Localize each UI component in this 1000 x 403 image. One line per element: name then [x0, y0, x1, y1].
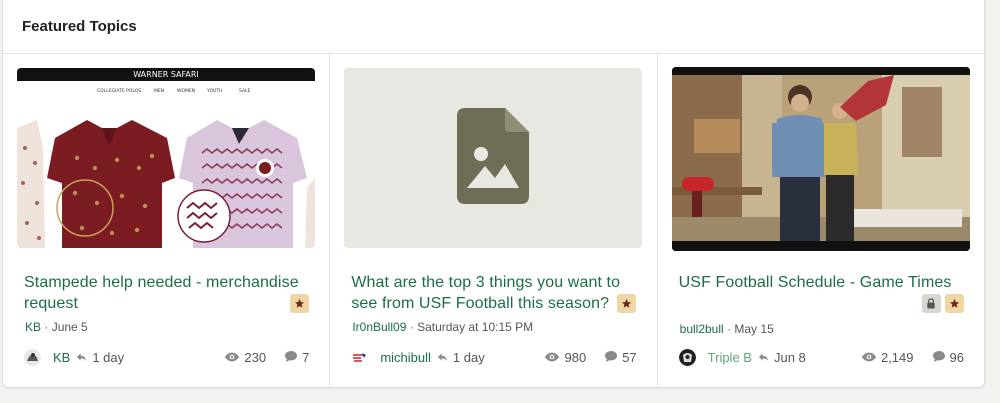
meta-separator: · [44, 320, 52, 334]
topic-card[interactable]: What are the top 3 things you want to se… [330, 54, 658, 387]
topic-footer: Triple B Jun 8 2,149 96 [678, 347, 964, 367]
topic-title-link[interactable]: What are the top 3 things you want to se… [351, 272, 636, 314]
views-value: 2,149 [880, 349, 914, 365]
topic-title-link[interactable]: Stampede help needed - merchandise reque… [24, 272, 309, 314]
topic-meta: KB · June 5 [25, 320, 88, 334]
topic-footer: KB 1 day 230 7 [24, 347, 309, 367]
reply-count: 57 [605, 349, 637, 365]
reply-count: 96 [932, 349, 964, 365]
eye-icon [225, 350, 240, 365]
last-reply-user[interactable]: KB [53, 350, 70, 365]
avatar[interactable] [678, 348, 696, 366]
eye-icon [861, 350, 876, 365]
featured-topics-panel: Featured Topics WARNER SAFARI COLLEGIATE… [2, 0, 985, 388]
replies-value: 7 [302, 349, 310, 365]
replies-value: 57 [622, 349, 637, 365]
topic-thumbnail[interactable] [671, 67, 970, 251]
topic-title-row: What are the top 3 things you want to se… [351, 272, 636, 314]
thumb-nav-4: SALE [239, 88, 251, 94]
topic-thumbnail[interactable]: WARNER SAFARI COLLEGIATE POLOS MEN WOMEN… [17, 68, 315, 248]
reply-icon [76, 352, 87, 362]
meta-user[interactable]: KB [25, 320, 41, 334]
topic-stats: 980 57 [545, 349, 637, 365]
topic-title-row: USF Football Schedule - Game Times [679, 272, 964, 293]
panel-header: Featured Topics [3, 0, 984, 54]
eye-icon [545, 350, 560, 365]
last-reply-time: 1 day [92, 349, 125, 365]
view-count: 230 [225, 350, 266, 365]
topic-thumbnail[interactable] [344, 68, 643, 248]
last-reply-time: 1 day [452, 349, 485, 365]
merchandise-image: WARNER SAFARI COLLEGIATE POLOS MEN WOMEN… [17, 68, 315, 248]
video-still-image [671, 67, 970, 251]
topic-meta: Ir0nBull09 · Saturday at 10:15 PM [352, 320, 533, 334]
lock-icon [921, 294, 941, 313]
thumb-nav-0: COLLEGIATE POLOS [97, 88, 141, 94]
comment-icon [932, 350, 945, 365]
thumb-nav-1: MEN [154, 88, 164, 94]
views-value: 230 [244, 349, 267, 365]
star-pin-icon [290, 294, 309, 313]
page-scrollbar[interactable] [988, 0, 1000, 403]
meta-user[interactable]: Ir0nBull09 [352, 320, 406, 334]
meta-time: June 5 [51, 320, 88, 334]
section-title: Featured Topics [22, 18, 137, 35]
topic-title-row: Stampede help needed - merchandise reque… [24, 272, 309, 314]
view-count: 980 [545, 350, 586, 365]
star-pin-icon [617, 294, 637, 313]
last-reply-time: Jun 8 [773, 349, 806, 365]
topic-card[interactable]: USF Football Schedule - Game Times bull2… [658, 54, 984, 387]
comment-icon [285, 350, 298, 365]
last-reply-user[interactable]: michibull [380, 350, 431, 365]
topic-badges [921, 294, 964, 313]
reply-count: 7 [285, 350, 309, 365]
meta-time: May 15 [734, 322, 774, 336]
thumb-header: WARNER SAFARI [133, 70, 199, 79]
reply-icon [437, 352, 448, 362]
meta-user[interactable]: bull2bull [680, 322, 724, 336]
last-reply-user[interactable]: Triple B [708, 350, 752, 365]
topic-meta: bull2bull · May 15 [680, 322, 774, 336]
topic-badges [290, 294, 309, 313]
views-value: 980 [564, 349, 587, 365]
reply-icon [758, 352, 769, 362]
comment-icon [605, 350, 618, 365]
topic-badges [617, 294, 637, 313]
topic-cards: WARNER SAFARI COLLEGIATE POLOS MEN WOMEN… [3, 54, 984, 387]
view-count: 2,149 [861, 349, 914, 365]
meta-separator: · [409, 320, 418, 334]
replies-value: 96 [949, 349, 964, 365]
avatar[interactable] [24, 348, 41, 366]
thumb-nav-2: WOMEN [177, 88, 195, 94]
topic-stats: 2,149 96 [861, 349, 964, 365]
meta-time: Saturday at 10:15 PM [417, 320, 534, 334]
star-pin-icon [944, 294, 964, 313]
topic-footer: michibull 1 day 980 57 [351, 347, 637, 367]
image-file-icon [457, 107, 530, 209]
topic-card[interactable]: WARNER SAFARI COLLEGIATE POLOS MEN WOMEN… [3, 54, 331, 387]
topic-title-link[interactable]: USF Football Schedule - Game Times [679, 272, 964, 293]
thumb-nav-3: YOUTH [206, 88, 222, 94]
avatar[interactable] [351, 348, 369, 366]
topic-stats: 230 7 [225, 350, 309, 365]
